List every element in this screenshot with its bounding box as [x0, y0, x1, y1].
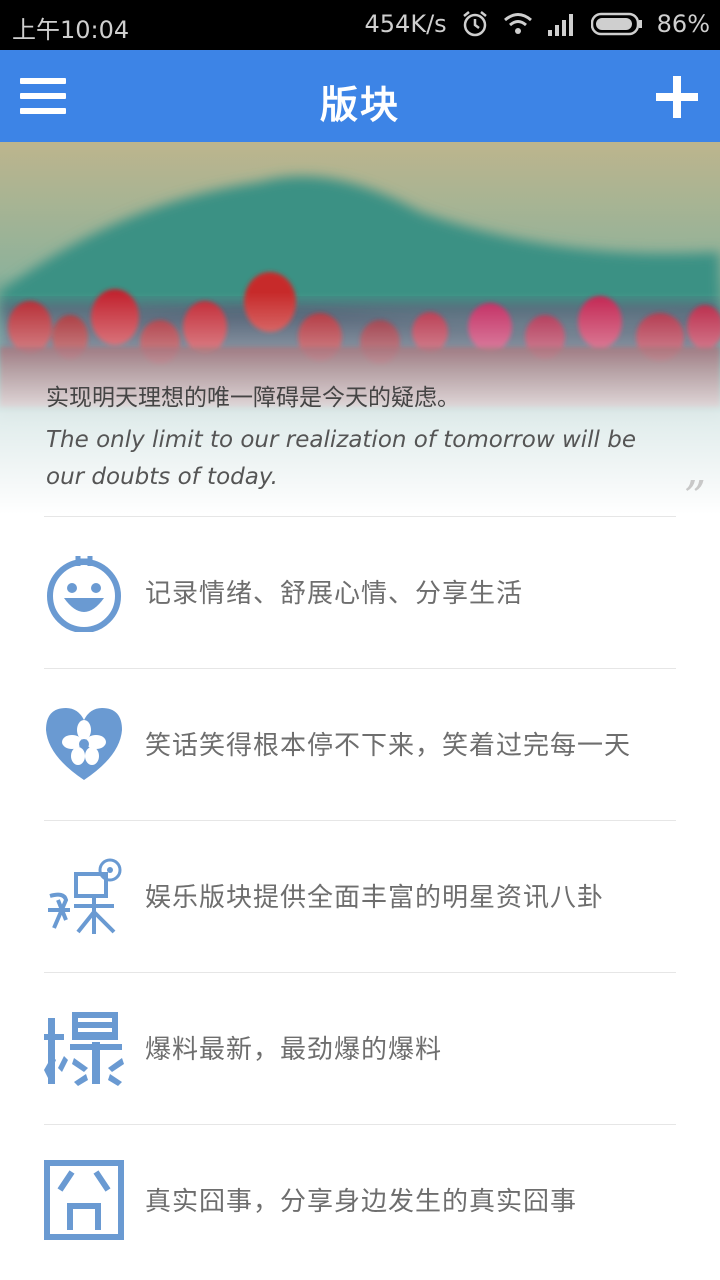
board-label: 笑话笑得根本停不下来，笑着过完每一天 [145, 731, 632, 761]
network-speed: 454K/s [364, 10, 447, 38]
board-item-jokes[interactable]: 笑话笑得根本停不下来，笑着过完每一天 [0, 668, 720, 818]
board-label: 爆料最新，最劲爆的爆料 [145, 1035, 443, 1065]
heart-flower-icon [46, 708, 122, 780]
embarrassed-character-icon [44, 1160, 124, 1240]
board-label: 真实囧事，分享身边发生的真实囧事 [145, 1187, 578, 1217]
status-indicators: 454K/s 86% [365, 10, 710, 38]
battery-icon [590, 12, 643, 36]
board-label: 娱乐版块提供全面丰富的明星资讯八卦 [145, 883, 605, 913]
app-bar: 版块 [0, 50, 720, 142]
board-item-breaking[interactable]: 爆料最新，最劲爆的爆料 [0, 972, 720, 1122]
status-time: 上午10:04 [12, 16, 130, 44]
explosion-character-icon [44, 1012, 124, 1086]
alarm-icon [461, 10, 489, 38]
board-item-mood[interactable]: 记录情绪、舒展心情、分享生活 [0, 516, 720, 666]
status-bar: 上午10:04 454K/s 86% [0, 0, 720, 50]
signal-icon [547, 12, 577, 36]
board-item-embarrassing[interactable]: 真实囧事，分享身边发生的真实囧事 [0, 1124, 720, 1274]
smiley-face-icon [47, 556, 121, 632]
quote-mark: ” [683, 472, 707, 514]
quote-english: The only limit to our realization of tom… [46, 427, 636, 490]
battery-level: 86% [656, 10, 710, 38]
header-banner: 实现明天理想的唯一障碍是今天的疑虑。 The only limit to our… [0, 142, 720, 514]
entertainment-icon [48, 858, 122, 934]
page-title: 版块 [319, 83, 400, 127]
add-button[interactable] [656, 76, 698, 118]
quote-chinese: 实现明天理想的唯一障碍是今天的疑虑。 [46, 385, 460, 411]
board-item-entertainment[interactable]: 娱乐版块提供全面丰富的明星资讯八卦 [0, 820, 720, 970]
wifi-icon [503, 12, 533, 36]
board-label: 记录情绪、舒展心情、分享生活 [145, 579, 524, 609]
